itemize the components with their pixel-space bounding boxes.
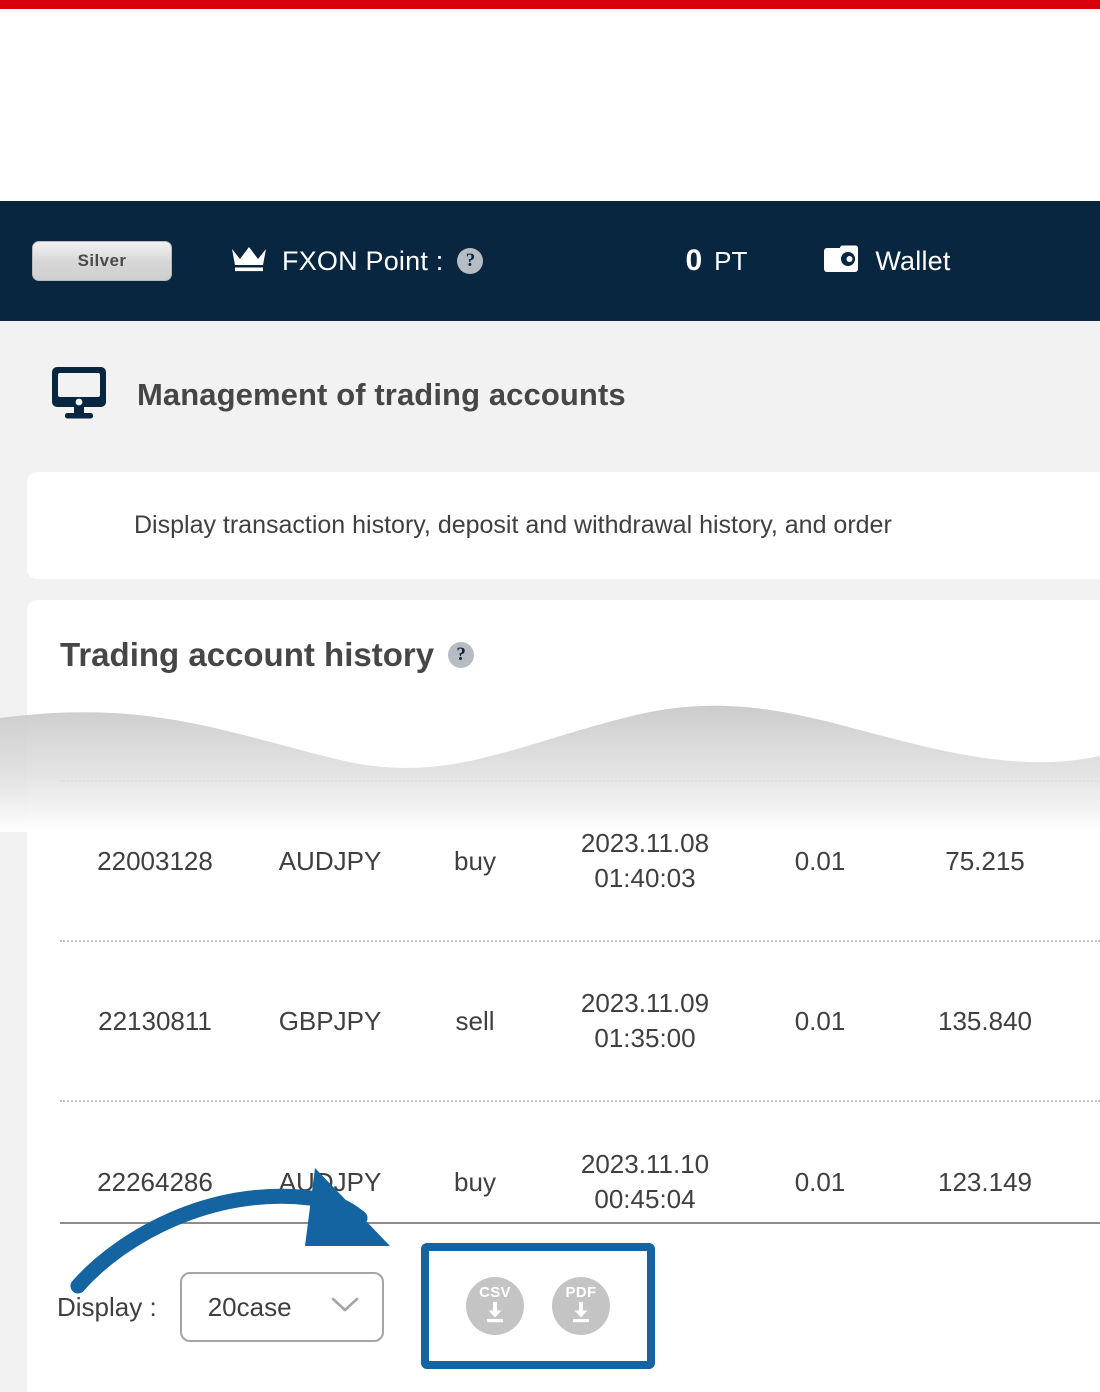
wallet-link[interactable]: Wallet [823,244,950,279]
display-label: Display : [57,1291,157,1322]
table-row[interactable]: 22130811 GBPJPY sell 2023.11.09 01:35:00… [60,942,1100,1102]
cell-type: buy [454,1166,496,1197]
cell-volume: 0.01 [794,1166,846,1197]
display-count-select[interactable]: 20case [179,1272,384,1342]
cell-date-part: 2023.11.09 [580,987,710,1018]
csv-download-button[interactable]: CSV [466,1277,524,1335]
cell-symbol: GBPJPY [278,1005,382,1036]
cell-time: 2023.11.09 01:35:00 [540,986,750,1056]
export-buttons-highlight: CSV PDF [421,1243,655,1369]
csv-label: CSV [479,1283,511,1301]
wallet-label: Wallet [875,245,951,276]
cell-symbol: AUDJPY [278,845,382,876]
cell-time: 2023.11.10 00:45:04 [540,1147,750,1217]
fxon-point-label: FXON Point : [282,245,444,276]
cell-time-part: 00:45:04 [594,1184,696,1214]
rank-badge[interactable]: Silver [32,241,172,281]
fxon-point-group[interactable]: FXON Point : ? [230,245,484,278]
cell-volume: 0.01 [794,845,846,876]
cell-time-part: 01:35:00 [594,1023,696,1053]
cell-time-part: 01:40:03 [594,863,696,893]
download-icon [483,1301,507,1328]
help-circle-icon[interactable]: ? [448,642,475,668]
page-heading-band: Management of trading accounts [0,321,1100,468]
display-count-control: Display : 20case [57,1272,384,1342]
cell-symbol: AUDJPY [278,1166,382,1197]
cell-volume: 0.01 [794,1005,846,1036]
history-title: Trading account history [60,636,435,673]
utility-navbar: Silver FXON Point : ? 0 PT Wallet [0,201,1100,321]
cell-type: buy [454,845,496,876]
cell-ticket: 22003128 [97,845,213,876]
cell-date-part: 2023.11.10 [580,1148,710,1179]
point-unit: PT [714,246,748,276]
help-circle-icon[interactable]: ? [457,248,484,274]
display-count-value: 20case [207,1291,292,1322]
table-row[interactable]: 22264286 AUDJPY buy 2023.11.10 00:45:04 … [60,1102,1100,1262]
cell-price: 75.215 [945,845,1025,876]
page-title: Management of trading accounts [137,376,626,412]
wallet-icon [823,244,861,279]
cell-price: 123.149 [938,1166,1032,1197]
footer-divider [60,1222,1100,1224]
cell-ticket: 22264286 [97,1166,213,1197]
rank-badge-label: Silver [77,251,127,270]
history-table: 22003128 AUDJPY buy 2023.11.08 01:40:03 … [60,730,1100,1262]
cell-ticket: 22130811 [98,1005,212,1036]
blank-area-above-navbar [0,9,1100,201]
pdf-label: PDF [565,1283,597,1301]
point-balance: 0 PT [685,244,747,278]
cell-price: 135.840 [938,1005,1032,1036]
description-text: Display transaction history, deposit and… [134,511,892,539]
cell-date-part: 2023.11.08 [580,827,710,858]
page-root: Silver FXON Point : ? 0 PT Wallet Manage… [0,0,1100,1392]
history-header: Trading account history ? [27,600,1100,674]
download-icon [569,1301,593,1328]
top-red-bar [0,0,1100,9]
cell-type: sell [455,1005,495,1036]
table-row[interactable]: 22003128 AUDJPY buy 2023.11.08 01:40:03 … [60,782,1100,942]
table-header-row [60,730,1100,782]
pdf-download-button[interactable]: PDF [552,1277,610,1335]
point-value: 0 [685,244,703,277]
crown-icon [230,245,268,278]
description-card: Display transaction history, deposit and… [27,472,1100,579]
monitor-icon [50,365,108,425]
chevron-down-icon [330,1296,360,1319]
cell-time: 2023.11.08 01:40:03 [540,826,750,896]
